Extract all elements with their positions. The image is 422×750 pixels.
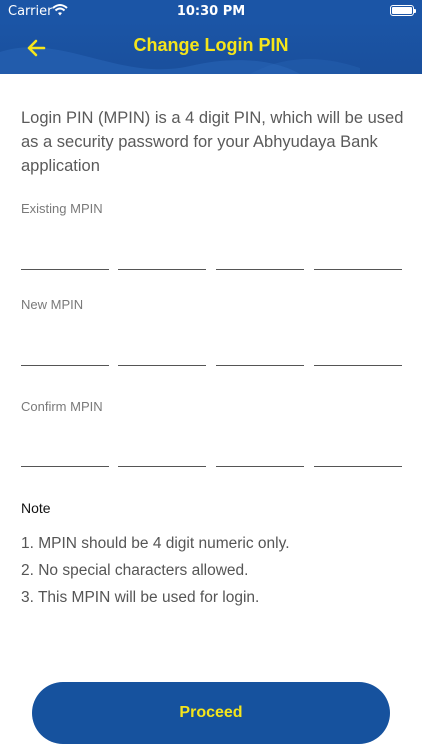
proceed-button[interactable]: Proceed — [32, 682, 390, 744]
existing-mpin-digit-3[interactable] — [216, 269, 304, 270]
confirm-mpin-input — [21, 466, 402, 468]
page-title: Change Login PIN — [133, 35, 289, 55]
new-mpin-digit-2[interactable] — [118, 365, 206, 366]
note-list: 1. MPIN should be 4 digit numeric only. … — [21, 530, 406, 611]
existing-mpin-digit-2[interactable] — [118, 269, 206, 270]
note-heading: Note — [21, 500, 51, 516]
new-mpin-digit-3[interactable] — [216, 365, 304, 366]
note-item: 1. MPIN should be 4 digit numeric only. — [21, 535, 290, 552]
app-header: Change Login PIN — [0, 22, 422, 74]
new-mpin-digit-4[interactable] — [314, 365, 402, 366]
existing-mpin-digit-1[interactable] — [21, 269, 109, 270]
confirm-mpin-digit-2[interactable] — [118, 466, 206, 467]
battery-icon — [390, 5, 416, 16]
existing-mpin-input — [21, 269, 402, 271]
note-item: 3. This MPIN will be used for login. — [21, 589, 260, 606]
note-item: 2. No special characters allowed. — [21, 562, 249, 579]
confirm-mpin-digit-1[interactable] — [21, 466, 109, 467]
confirm-mpin-label: Confirm MPIN — [21, 399, 103, 414]
confirm-mpin-digit-4[interactable] — [314, 466, 402, 467]
existing-mpin-label: Existing MPIN — [21, 201, 103, 216]
new-mpin-input — [21, 365, 402, 367]
confirm-mpin-digit-3[interactable] — [216, 466, 304, 467]
intro-description: Login PIN (MPIN) is a 4 digit PIN, which… — [21, 109, 404, 175]
clock: 10:30 PM — [176, 4, 246, 19]
existing-mpin-digit-4[interactable] — [314, 269, 402, 270]
new-mpin-label: New MPIN — [21, 297, 84, 312]
new-mpin-digit-1[interactable] — [21, 365, 109, 366]
status-bar: Carrier 10:30 PM — [0, 0, 422, 22]
